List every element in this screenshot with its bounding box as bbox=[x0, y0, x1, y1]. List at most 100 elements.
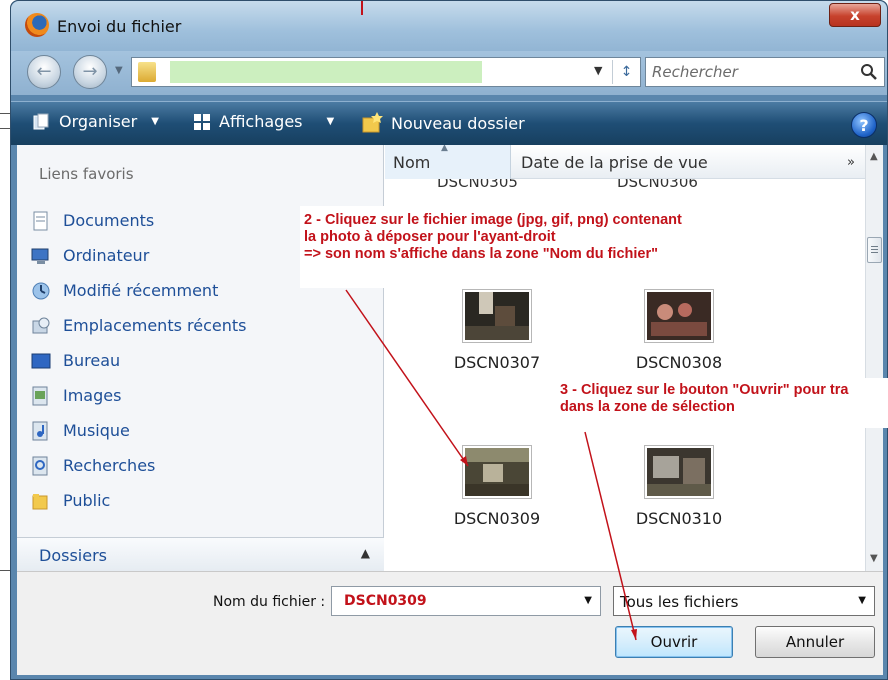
thumbnail bbox=[644, 289, 714, 343]
chevron-down-icon: ▼ bbox=[326, 116, 335, 127]
folders-toggle[interactable]: Dossiers ▲ bbox=[17, 537, 384, 571]
background-page-strip bbox=[0, 0, 10, 680]
title-bar: Envoi du fichier x bbox=[11, 1, 887, 51]
favorite-computer[interactable]: Ordinateur bbox=[31, 238, 246, 273]
favorite-music[interactable]: Musique bbox=[31, 413, 246, 448]
views-label: Affichages bbox=[219, 112, 303, 131]
recent-places-icon bbox=[32, 317, 50, 333]
favorite-pictures[interactable]: Images bbox=[31, 378, 246, 413]
favorite-label: Musique bbox=[63, 421, 130, 440]
firefox-icon bbox=[25, 13, 49, 37]
file-name: DSCN0307 bbox=[453, 353, 541, 372]
file-name: DSCN0308 bbox=[635, 353, 723, 372]
filename-combobox[interactable]: ▼ bbox=[331, 586, 601, 616]
folders-label: Dossiers bbox=[39, 546, 107, 565]
photo-thumbnail-icon bbox=[465, 292, 529, 340]
file-item[interactable]: DSCN0307 bbox=[417, 289, 577, 372]
search-box[interactable] bbox=[645, 57, 885, 87]
annotation-step-3: 3 - Cliquez sur le bouton "Ouvrir" pour … bbox=[556, 378, 888, 428]
annotation-line: la photo à déposer pour l'ayant-droit bbox=[304, 229, 556, 245]
new-folder-button[interactable]: Nouveau dossier bbox=[361, 112, 525, 134]
file-item[interactable]: DSCN0309 bbox=[417, 445, 577, 528]
favorite-label: Recherches bbox=[63, 456, 156, 475]
chevron-down-icon: ▼ bbox=[858, 595, 866, 606]
column-date-taken[interactable]: Date de la prise de vue bbox=[521, 153, 708, 172]
favorite-recently-changed[interactable]: Modifié récemment bbox=[31, 273, 246, 308]
pictures-icon bbox=[32, 386, 48, 405]
recent-pages-dropdown[interactable]: ▼ bbox=[115, 65, 123, 76]
sort-ascending-icon: ▲ bbox=[441, 145, 448, 153]
command-toolbar: Organiser ▼ Affichages ▼ Nouveau dossier… bbox=[11, 101, 887, 145]
vertical-scrollbar[interactable]: ▲ ▼ bbox=[865, 145, 883, 571]
close-button[interactable]: x bbox=[829, 3, 881, 27]
filename-input[interactable] bbox=[342, 590, 562, 612]
favorite-label: Ordinateur bbox=[63, 246, 150, 265]
favorite-searches[interactable]: Recherches bbox=[31, 448, 246, 483]
address-bar[interactable]: ▼ ↕ bbox=[131, 57, 641, 87]
help-icon[interactable]: ? bbox=[851, 112, 877, 138]
favorite-label: Bureau bbox=[63, 351, 121, 370]
searches-icon bbox=[32, 456, 48, 475]
address-dropdown-icon[interactable]: ▼ bbox=[594, 64, 602, 77]
annotation-line: 2 - Cliquez sur le fichier image (jpg, g… bbox=[304, 212, 682, 228]
scroll-down-icon[interactable]: ▼ bbox=[870, 553, 878, 564]
search-icon[interactable] bbox=[860, 63, 878, 81]
search-input[interactable] bbox=[650, 60, 856, 84]
column-name[interactable]: ▲ Nom bbox=[385, 145, 511, 179]
annotation-mark bbox=[361, 1, 363, 15]
favorite-links: Documents Ordinateur Modifié récemment E… bbox=[31, 203, 246, 518]
favorite-desktop[interactable]: Bureau bbox=[31, 343, 246, 378]
file-upload-dialog: Envoi du fichier x ← → ▼ ▼ ↕ Rechercher … bbox=[10, 0, 888, 680]
photo-thumbnail-icon bbox=[647, 448, 711, 496]
music-icon bbox=[32, 421, 48, 440]
favorite-label: Modifié récemment bbox=[63, 281, 219, 300]
file-item[interactable]: DSCN0310 bbox=[599, 445, 759, 528]
chevron-up-icon: ▲ bbox=[360, 546, 370, 560]
organize-label: Organiser bbox=[59, 112, 138, 131]
address-row: ← → ▼ ▼ ↕ bbox=[11, 51, 887, 95]
column-name-label: Nom bbox=[393, 153, 431, 172]
back-button[interactable]: ← bbox=[27, 55, 61, 89]
scroll-up-icon[interactable]: ▲ bbox=[870, 151, 878, 162]
favorite-documents[interactable]: Documents bbox=[31, 203, 246, 238]
file-item[interactable]: DSCN0308 bbox=[599, 289, 759, 372]
photo-thumbnail-icon bbox=[647, 292, 711, 340]
more-columns-icon[interactable]: » bbox=[847, 155, 855, 170]
views-icon bbox=[194, 113, 210, 130]
thumbnail bbox=[462, 289, 532, 343]
cancel-button[interactable]: Annuler bbox=[755, 626, 875, 658]
annotation-line: => son nom s'affiche dans la zone "Nom d… bbox=[304, 246, 658, 262]
open-button[interactable]: Ouvrir bbox=[615, 626, 733, 658]
photo-thumbnail-icon bbox=[465, 448, 529, 496]
favorite-label: Documents bbox=[63, 211, 155, 230]
favorites-heading: Liens favoris bbox=[39, 165, 134, 183]
annotation-step-2: 2 - Cliquez sur le fichier image (jpg, g… bbox=[300, 206, 740, 288]
public-folder-icon bbox=[32, 493, 48, 509]
favorite-recent-places[interactable]: Emplacements récents bbox=[31, 308, 246, 343]
new-folder-icon bbox=[362, 112, 383, 133]
back-arrow-icon: ← bbox=[36, 61, 52, 82]
chevron-down-icon[interactable]: ▼ bbox=[584, 595, 592, 606]
organize-icon bbox=[33, 113, 49, 129]
favorite-label: Images bbox=[63, 386, 122, 405]
filetype-select[interactable]: Tous les fichiers ▼ bbox=[613, 586, 875, 616]
column-header: ▲ Nom Date de la prise de vue » bbox=[385, 145, 865, 179]
address-path bbox=[170, 61, 482, 83]
annotation-line: dans la zone de sélection bbox=[560, 399, 735, 415]
window-title: Envoi du fichier bbox=[57, 17, 182, 36]
chevron-down-icon: ▼ bbox=[151, 116, 159, 127]
forward-button[interactable]: → bbox=[73, 55, 107, 89]
folder-icon bbox=[138, 62, 156, 82]
favorite-public[interactable]: Public bbox=[31, 483, 246, 518]
scroll-thumb[interactable] bbox=[867, 237, 882, 263]
forward-arrow-icon: → bbox=[82, 61, 98, 82]
favorite-label: Public bbox=[63, 491, 111, 510]
dialog-footer: Nom du fichier : ▼ Tous les fichiers ▼ O… bbox=[17, 571, 883, 675]
refresh-icon[interactable]: ↕ bbox=[612, 60, 640, 84]
file-name: DSCN0310 bbox=[635, 509, 723, 528]
thumbnail bbox=[644, 445, 714, 499]
new-folder-label: Nouveau dossier bbox=[391, 113, 525, 133]
thumbnail bbox=[462, 445, 532, 499]
organize-button[interactable]: Organiser ▼ bbox=[33, 112, 159, 131]
views-button[interactable]: Affichages ▼ bbox=[193, 112, 334, 131]
